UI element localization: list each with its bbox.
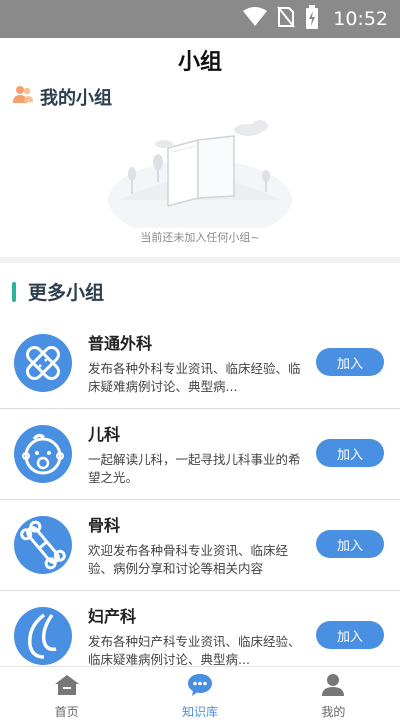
- wifi-icon: [243, 7, 268, 31]
- group-description: 一起解读儿科，一起寻找儿科事业的希望之光。: [88, 452, 301, 485]
- no-sim-icon: [277, 6, 296, 32]
- my-groups-heading: 我的小组: [40, 88, 112, 109]
- group-description: 发布各种外科专业资讯、临床经验、临床疑难病例讨论、典型病...: [88, 361, 301, 394]
- group-list: 普通外科 发布各种外科专业资讯、临床经验、临床疑难病例讨论、典型病... 加入 …: [0, 318, 400, 682]
- bone-icon: [14, 516, 72, 574]
- nav-label: 我的: [321, 705, 346, 719]
- more-groups-heading: 更多小组: [28, 282, 105, 304]
- join-button[interactable]: 加入: [316, 530, 384, 558]
- my-groups-header: 我的小组: [12, 84, 112, 110]
- status-icons: 10:52: [243, 5, 388, 33]
- section-accent-bar: [12, 281, 16, 302]
- home-icon: [54, 673, 80, 701]
- group-name: 妇产科: [88, 607, 137, 626]
- more-groups-header: 更多小组: [12, 278, 104, 305]
- group-name: 普通外科: [88, 334, 153, 353]
- empty-state-text: 当前还未加入任何小组~: [140, 231, 260, 244]
- group-item[interactable]: 儿科 一起解读儿科，一起寻找儿科事业的希望之光。 加入: [0, 409, 400, 500]
- nav-label: 首页: [54, 705, 79, 719]
- group-item[interactable]: 骨科 欢迎发布各种骨科专业资讯、临床经验、病例分享和讨论等相关内容 加入: [0, 500, 400, 591]
- join-button[interactable]: 加入: [316, 348, 384, 376]
- group-name: 骨科: [88, 516, 121, 535]
- group-name: 儿科: [88, 425, 121, 444]
- group-description: 欢迎发布各种骨科专业资讯、临床经验、病例分享和讨论等相关内容: [88, 543, 289, 576]
- nav-item-mine[interactable]: 我的: [267, 667, 400, 720]
- join-button[interactable]: 加入: [316, 621, 384, 649]
- baby-icon: [14, 425, 72, 483]
- section-divider: [0, 257, 400, 263]
- battery-charging-icon: [305, 5, 319, 33]
- nav-label: 知识库: [181, 705, 218, 719]
- people-icon: [12, 85, 34, 109]
- nav-item-home[interactable]: 首页: [0, 667, 133, 720]
- group-description: 发布各种妇产科专业资讯、临床经验、临床疑难病例讨论、典型病...: [88, 634, 301, 667]
- bandage-icon: [14, 334, 72, 392]
- join-button[interactable]: 加入: [316, 439, 384, 467]
- obstetrics-icon: [14, 607, 72, 665]
- user-icon: [320, 673, 346, 701]
- group-item[interactable]: 普通外科 发布各种外科专业资讯、临床经验、临床疑难病例讨论、典型病... 加入: [0, 318, 400, 409]
- status-time: 10:52: [333, 8, 388, 30]
- status-bar: 10:52: [0, 0, 400, 38]
- bottom-nav: 首页 知识库 我的: [0, 666, 400, 720]
- chat-icon: [187, 673, 213, 701]
- page-title: 小组: [177, 50, 222, 75]
- nav-item-knowledge[interactable]: 知识库: [133, 667, 266, 720]
- empty-state-illustration: [100, 118, 300, 240]
